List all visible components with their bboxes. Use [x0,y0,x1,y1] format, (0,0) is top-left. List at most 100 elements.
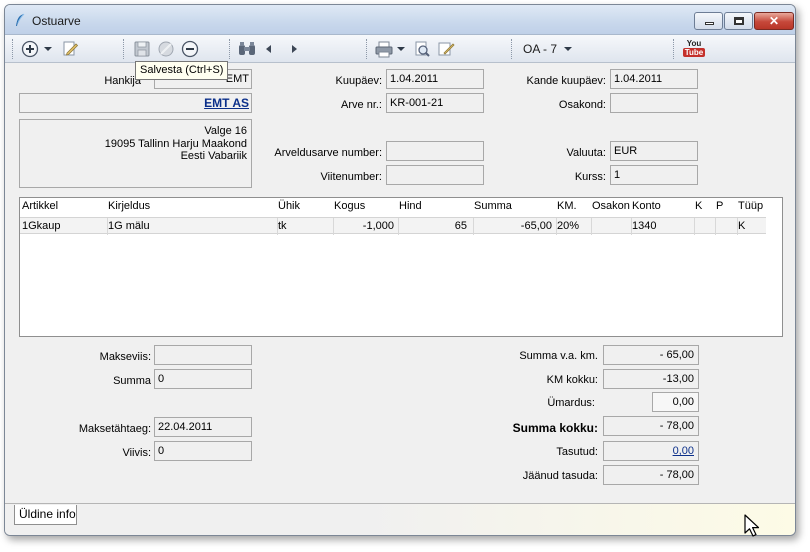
edit-document-icon[interactable] [61,40,79,58]
entry-date-field[interactable]: 1.04.2011 [610,69,698,89]
remove-icon[interactable] [181,40,199,58]
grid-header: Artikkel Kirjeldus Ühik Kogus Hind Summa… [20,198,768,215]
cancel-icon[interactable] [157,40,175,58]
currency-field[interactable]: EUR [610,141,698,161]
cell-vat[interactable]: 20% [557,218,579,235]
due-date-field[interactable]: 22.04.2011 [154,417,252,437]
cell-article[interactable]: 1Gkaup [22,218,61,235]
maximize-icon [734,17,744,25]
supplier-name-link[interactable]: EMT AS [204,96,249,110]
rounding-label: Ümardus: [547,397,595,409]
account-no-field[interactable] [386,141,484,161]
cell-type[interactable]: K [738,218,745,235]
add-icon[interactable] [21,40,39,58]
document-type-label[interactable]: OA - 7 [523,40,561,58]
col-header[interactable]: P [716,198,723,215]
cell-divider [715,218,716,235]
cell-price[interactable]: 65 [399,218,467,235]
close-button[interactable]: ✕ [754,12,794,30]
rounding-field[interactable]: 0,00 [652,392,699,412]
save-icon[interactable] [133,40,151,58]
penalty-label: Viivis: [122,447,151,459]
payment-sum-label: Summa [113,375,151,387]
penalty-field[interactable]: 0 [154,441,252,461]
cell-account[interactable]: 1340 [632,218,656,235]
close-icon: ✕ [768,14,780,28]
address-line-3: Eesti Vabariik [180,150,247,162]
net-sum-label: Summa v.a. km. [519,350,598,362]
toolbar-separator [673,39,674,59]
title-bar: Ostuarve ✕ [5,5,795,35]
date-field[interactable]: 1.04.2011 [386,69,484,89]
due-date-label: Maksetähtaeg: [78,423,151,435]
invoice-no-field[interactable]: KR-001-21 [386,93,484,113]
payment-method-label: Makseviis: [99,351,151,363]
payment-method-field[interactable] [154,345,252,365]
col-header[interactable]: Kogus [334,198,365,215]
cell-divider [398,218,399,235]
col-header[interactable]: Osakon [592,198,630,215]
binoculars-icon[interactable] [237,40,257,58]
cell-description[interactable]: 1G mälu [108,218,150,235]
maximize-button[interactable] [724,12,753,30]
toolbar-separator [123,39,124,59]
remaining-field: - 78,00 [603,465,699,485]
chevron-down-icon[interactable] [43,40,53,58]
sign-icon[interactable] [437,40,455,58]
cell-divider [107,218,108,235]
previous-icon[interactable] [263,40,275,58]
rate-field[interactable]: 1 [610,165,698,185]
rate-label: Kurss: [574,171,606,183]
next-icon[interactable] [288,40,300,58]
col-header[interactable]: Konto [632,198,661,215]
payment-sum-field[interactable]: 0 [154,369,252,389]
remaining-label: Jäänud tasuda: [522,470,598,482]
col-header[interactable]: Tüüp [738,198,763,215]
supplier-address-box: Valge 16 19095 Tallinn Harju Maakond Ees… [19,119,252,188]
cell-divider [737,218,738,235]
grand-total-label: Summa kokku: [512,421,598,435]
col-header[interactable]: Artikkel [22,198,58,215]
paid-field: 0,00 [603,441,699,461]
tab-strip [5,503,795,535]
vat-total-field: -13,00 [603,369,699,389]
print-icon[interactable] [374,40,394,58]
print-preview-icon[interactable] [413,40,431,58]
cell-divider [631,218,632,235]
col-header[interactable]: K [695,198,702,215]
col-header[interactable]: Kirjeldus [108,198,150,215]
tab-general-info[interactable]: Üldine info [14,505,77,525]
col-header[interactable]: KM. [557,198,577,215]
chevron-down-icon[interactable] [396,40,406,58]
youtube-icon[interactable]: You Tube [683,39,705,59]
grand-total-field: - 78,00 [603,416,699,436]
col-header[interactable]: Ühik [278,198,300,215]
entry-date-label: Kande kuupäev: [526,75,606,87]
paid-link[interactable]: 0,00 [673,445,694,457]
cell-divider [333,218,334,235]
table-row[interactable]: 1Gkaup 1G mälu tk -1,000 65 -65,00 20% 1… [20,217,766,235]
vat-total-label: KM kokku: [546,374,598,386]
cell-quantity[interactable]: -1,000 [334,218,394,235]
feather-icon [16,13,25,26]
cell-divider [473,218,474,235]
net-sum-field: - 65,00 [603,345,699,365]
chevron-down-icon[interactable] [563,40,573,58]
cell-unit[interactable]: tk [278,218,287,235]
mouse-cursor-icon [744,514,760,537]
ref-no-field[interactable] [386,165,484,185]
toolbar-separator [511,39,512,59]
minimize-button[interactable] [694,12,723,30]
youtube-you-label: You [686,39,702,48]
invoice-lines-grid[interactable]: Artikkel Kirjeldus Ühik Kogus Hind Summa… [19,197,783,337]
department-label: Osakond: [558,99,606,111]
cell-sum[interactable]: -65,00 [474,218,552,235]
supplier-name-box: EMT AS [19,93,252,113]
cell-divider [556,218,557,235]
col-header[interactable]: Summa [474,198,512,215]
paid-label: Tasutud: [556,446,598,458]
col-header[interactable]: Hind [399,198,422,215]
save-tooltip: Salvesta (Ctrl+S) [135,61,228,80]
invoice-window: Ostuarve ✕ OA - 7 You Tube Hankija EMT E… [4,4,796,536]
department-field[interactable] [610,93,698,113]
